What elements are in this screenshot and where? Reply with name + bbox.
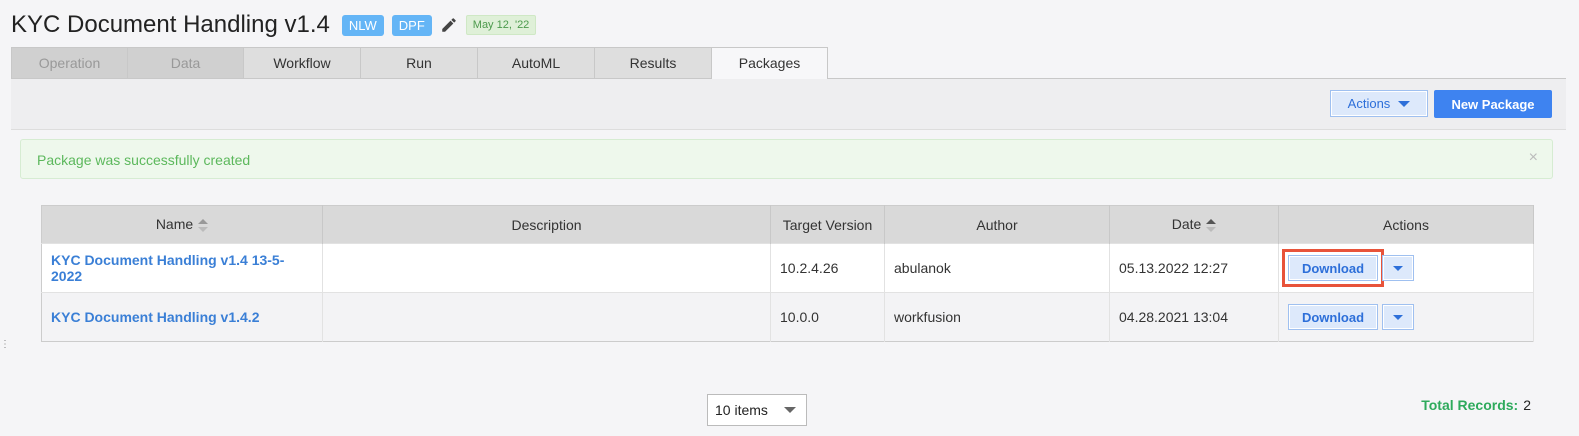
tag-nlw[interactable]: NLW (341, 14, 384, 36)
package-name-link[interactable]: KYC Document Handling v1.4 13-5-2022 (51, 252, 284, 284)
package-actions: Download (1278, 292, 1534, 342)
column-label: Date (1171, 216, 1202, 233)
column-label: Actions (1383, 216, 1429, 233)
package-description (322, 243, 771, 293)
date-badge: May 12, '22 (465, 15, 537, 35)
package-date: 04.28.2021 13:04 (1109, 292, 1279, 342)
column-label: Name (155, 216, 194, 233)
success-alert: Package was successfully created × (20, 139, 1553, 179)
column-header-name[interactable]: Name (41, 205, 323, 244)
tag-dpf[interactable]: DPF (391, 14, 432, 36)
package-author: abulanok (884, 243, 1110, 293)
package-author: workfusion (884, 292, 1110, 342)
tab-data: Data (127, 47, 244, 78)
download-options-button[interactable] (1382, 255, 1414, 281)
alert-message: Package was successfully created (37, 152, 251, 168)
total-records-value: 2 (1523, 397, 1531, 413)
chevron-down-icon (1393, 314, 1403, 320)
package-date: 05.13.2022 12:27 (1109, 243, 1279, 293)
column-header-date[interactable]: Date (1109, 205, 1279, 244)
actions-dropdown-button[interactable]: Actions (1330, 90, 1428, 117)
column-label: Author (976, 216, 1018, 233)
column-header-actions: Actions (1278, 205, 1534, 244)
download-button[interactable]: Download (1282, 249, 1384, 287)
tab-bar: Operation Data Workflow Run AutoML Resul… (11, 47, 828, 79)
column-header-target-version: Target Version (770, 205, 885, 244)
tab-workflow[interactable]: Workflow (243, 47, 361, 78)
package-target-version: 10.0.0 (770, 292, 885, 342)
download-options-button[interactable] (1382, 304, 1414, 330)
table-row: KYC Document Handling v1.4.2 10.0.0 work… (41, 292, 1534, 342)
chevron-down-icon (784, 407, 796, 413)
sort-icon[interactable] (198, 218, 209, 233)
tab-packages[interactable]: Packages (711, 47, 828, 79)
new-package-button[interactable]: New Package (1434, 90, 1552, 118)
page-size-select[interactable]: 10 items (707, 394, 807, 426)
column-header-author: Author (884, 205, 1110, 244)
tab-automl[interactable]: AutoML (477, 47, 595, 78)
tab-operation: Operation (11, 47, 128, 78)
tab-run[interactable]: Run (360, 47, 478, 78)
package-name-link[interactable]: KYC Document Handling v1.4.2 (51, 309, 259, 325)
actions-label: Actions (1347, 96, 1391, 111)
packages-table: Name Description Target Version Author D… (41, 205, 1534, 342)
sort-icon[interactable] (1206, 218, 1217, 233)
page-size-label: 10 items (715, 402, 768, 418)
edit-pencil-icon[interactable] (440, 16, 458, 34)
package-description (322, 292, 771, 342)
package-target-version: 10.2.4.26 (770, 243, 885, 293)
table-row: KYC Document Handling v1.4 13-5-2022 10.… (41, 243, 1534, 293)
chevron-down-icon (1393, 265, 1403, 271)
download-button[interactable]: Download (1288, 304, 1378, 330)
column-header-description: Description (322, 205, 771, 244)
page-title: KYC Document Handling v1.4 (11, 11, 330, 38)
total-records-label: Total Records: (1421, 397, 1519, 413)
tab-results[interactable]: Results (594, 47, 712, 78)
column-label: Description (511, 216, 582, 233)
column-label: Target Version (782, 216, 873, 233)
resize-handle-icon[interactable]: ⋮ (0, 340, 10, 350)
close-icon[interactable]: × (1529, 149, 1538, 167)
chevron-down-icon (1398, 100, 1411, 107)
table-header-row: Name Description Target Version Author D… (41, 205, 1534, 244)
package-actions: Download (1278, 243, 1534, 293)
total-records: Total Records: 2 (1421, 397, 1531, 413)
toolbar: Actions New Package (11, 79, 1566, 130)
page-header: KYC Document Handling v1.4 NLW DPF May 1… (11, 8, 537, 42)
